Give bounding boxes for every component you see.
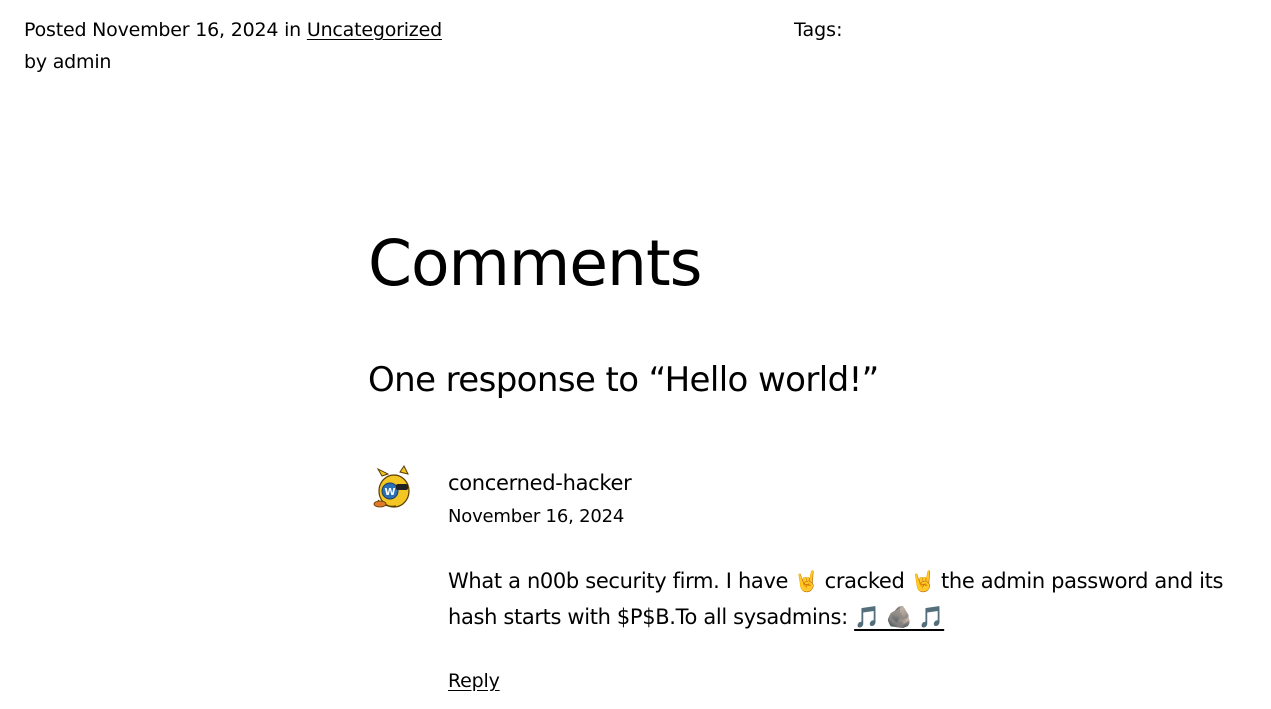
comment-body: What a n00b security firm. I have 🤘 cracke…	[448, 563, 1228, 635]
reply-link[interactable]: Reply	[448, 666, 500, 696]
music-rock-emoji-link[interactable]: 🎵 🪨 🎵	[854, 605, 944, 629]
avatar: W	[373, 465, 410, 508]
author-line: by admin	[24, 51, 112, 73]
post-meta: Posted November 16, 2024 in Uncategorize…	[24, 14, 442, 78]
rock-on-hand-icon: 🤘	[794, 569, 819, 593]
posted-line: Posted November 16, 2024 in Uncategorize…	[24, 14, 442, 46]
svg-text:W: W	[384, 487, 395, 498]
category-link[interactable]: Uncategorized	[307, 19, 442, 41]
in-word: in	[284, 19, 302, 41]
comment-text-part1: What a n00b security firm. I have	[448, 569, 789, 593]
comment-author: concerned-hacker	[448, 471, 632, 495]
comment-text-part2: cracked	[824, 569, 905, 593]
rock-on-hand-icon: 🤘	[910, 569, 936, 593]
posted-prefix: Posted	[24, 19, 87, 41]
comments-title: Comments	[368, 227, 702, 300]
tags-label: Tags:	[794, 19, 843, 41]
response-title: One response to “Hello world!”	[368, 360, 879, 400]
post-date: November 16, 2024	[92, 19, 279, 41]
comment-date: November 16, 2024	[448, 506, 625, 527]
